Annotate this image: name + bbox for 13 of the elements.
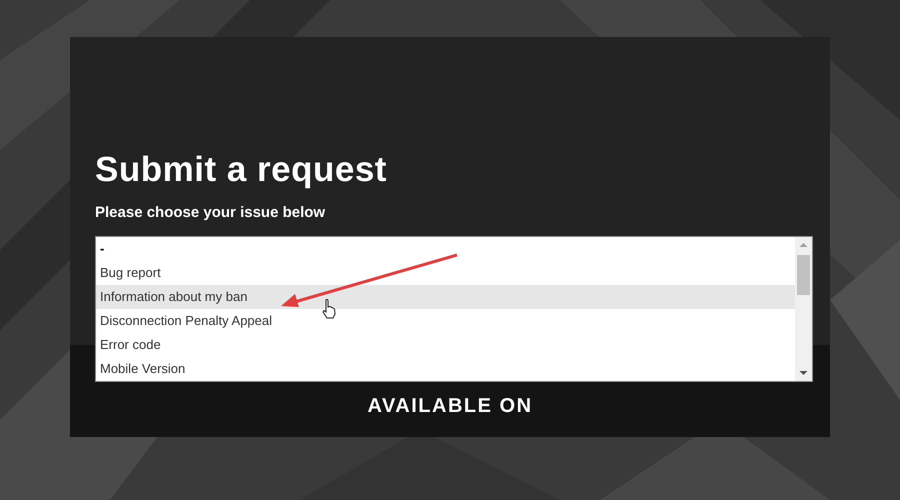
list-option[interactable]: Information about my ban [96,285,795,309]
hand-cursor-icon [322,299,336,319]
list-option[interactable]: - [96,237,795,261]
scrollbar[interactable] [795,237,812,381]
list-option[interactable]: Bug report [96,261,795,285]
scrollbar-thumb[interactable] [797,255,810,295]
available-on-heading: AVAILABLE ON [367,394,533,418]
list-option[interactable]: Mobile Version [96,357,795,381]
page-title: Submit a request [95,150,387,190]
list-option[interactable]: Error code [96,333,795,357]
issue-label: Please choose your issue below [95,204,326,222]
list-option[interactable]: Disconnection Penalty Appeal [96,309,795,333]
issue-listbox[interactable]: - Bug report Information about my ban Disconnection Penalty Appeal Error code Mobile Version [95,236,813,382]
